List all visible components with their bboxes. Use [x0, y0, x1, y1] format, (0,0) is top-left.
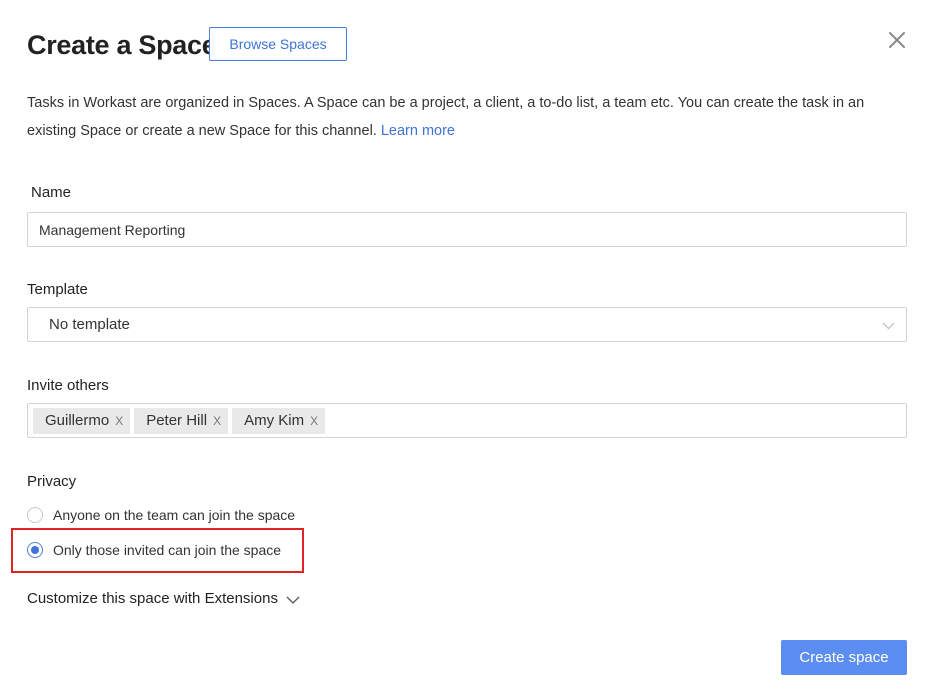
invite-chip: Amy Kim X: [232, 407, 326, 434]
invite-input[interactable]: Guillermo X Peter Hill X Amy Kim X: [27, 403, 907, 438]
extensions-toggle[interactable]: Customize this space with Extensions: [27, 590, 300, 607]
privacy-option-label: Anyone on the team can join the space: [53, 507, 296, 523]
invite-label: Invite others: [27, 377, 109, 394]
radio-button-checked[interactable]: [27, 542, 43, 558]
chip-remove-icon[interactable]: X: [213, 414, 221, 428]
template-select[interactable]: No template: [27, 307, 907, 342]
name-label: Name: [31, 184, 72, 201]
invite-chip: Peter Hill X: [134, 407, 229, 434]
name-input[interactable]: [27, 212, 907, 247]
description: Tasks in Workast are organized in Spaces…: [27, 89, 897, 145]
chevron-down-icon: [882, 322, 895, 330]
close-icon: [889, 32, 905, 48]
extensions-label: Customize this space with Extensions: [27, 590, 278, 607]
dialog-title: Create a Space: [27, 30, 217, 60]
close-button[interactable]: [885, 28, 909, 52]
chip-label: Peter Hill: [146, 412, 208, 429]
chip-remove-icon[interactable]: X: [115, 414, 123, 428]
create-space-dialog: Create a Space Browse Spaces Tasks in Wo…: [0, 0, 926, 700]
chip-remove-icon[interactable]: X: [310, 414, 318, 428]
chevron-down-icon: [286, 596, 300, 604]
create-space-button[interactable]: Create space: [781, 640, 907, 675]
chip-label: Guillermo: [45, 412, 110, 429]
privacy-option-invited[interactable]: Only those invited can join the space: [27, 542, 281, 558]
privacy-option-label: Only those invited can join the space: [53, 542, 282, 558]
invite-chip: Guillermo X: [33, 407, 131, 434]
privacy-option-anyone[interactable]: Anyone on the team can join the space: [27, 507, 295, 523]
privacy-label: Privacy: [27, 473, 77, 490]
chip-label: Amy Kim: [244, 412, 305, 429]
learn-more-link[interactable]: Learn more: [381, 123, 455, 139]
browse-spaces-button[interactable]: Browse Spaces: [209, 27, 347, 61]
template-selected-value: No template: [49, 316, 130, 333]
template-label: Template: [27, 281, 88, 298]
radio-button[interactable]: [27, 507, 43, 523]
